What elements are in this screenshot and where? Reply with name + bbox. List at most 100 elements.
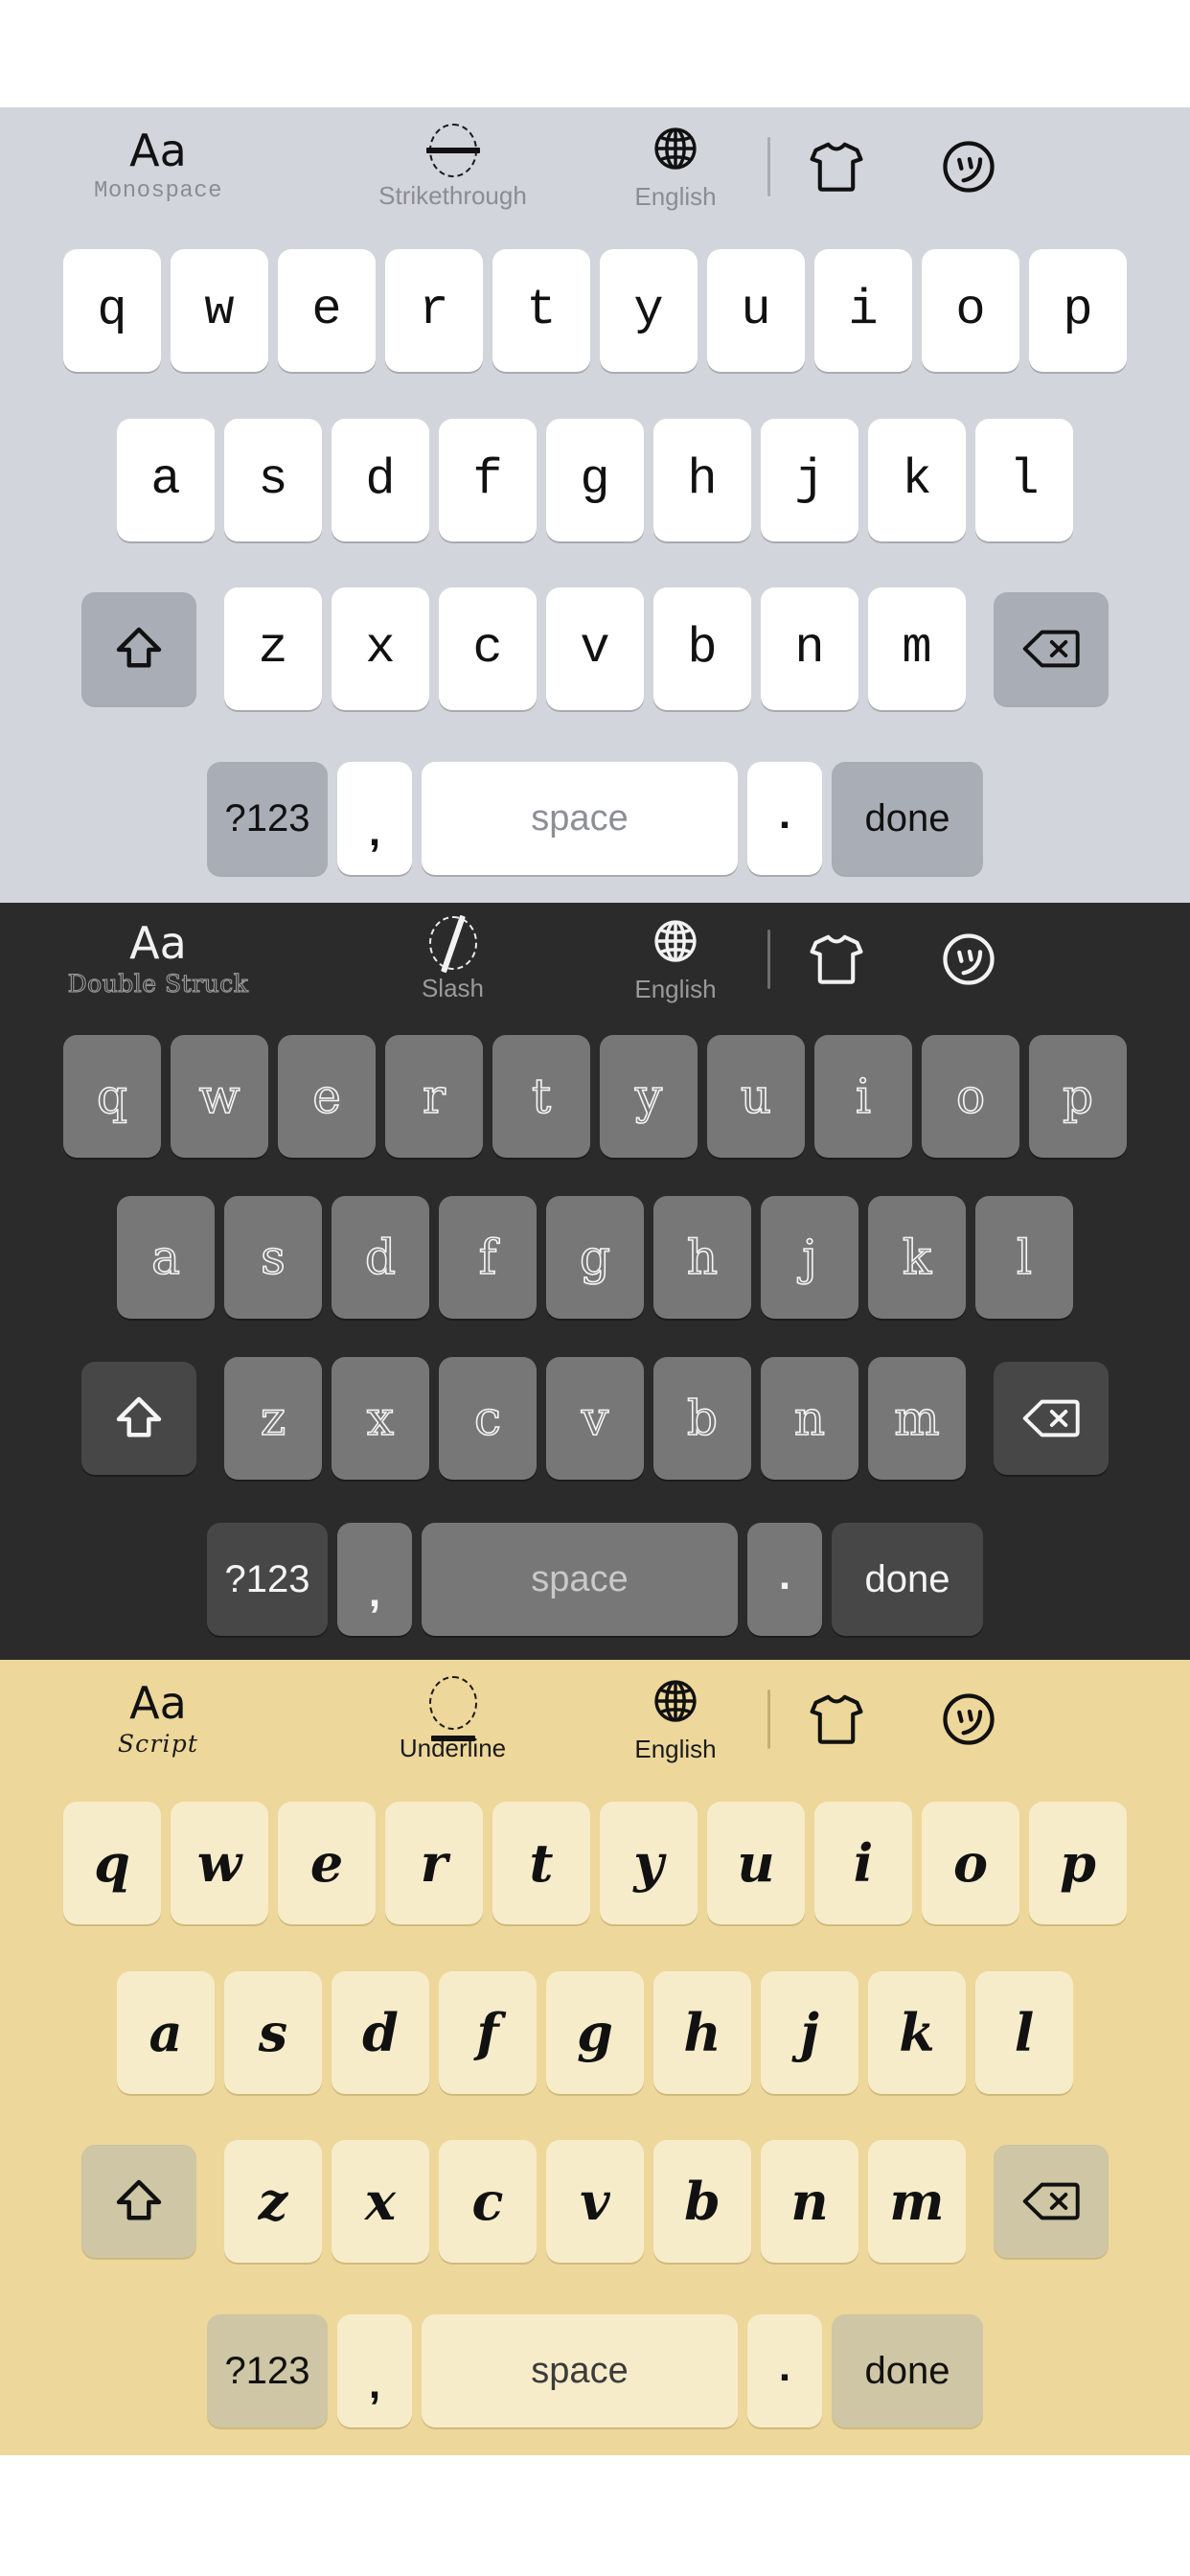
key-f[interactable]: f: [439, 1970, 537, 2094]
period-key[interactable]: .: [747, 1523, 822, 1636]
backspace-key[interactable]: [994, 592, 1109, 706]
font-selector-monospace[interactable]: Aa Monospace: [0, 127, 316, 206]
key-x[interactable]: x: [332, 2140, 429, 2264]
done-key[interactable]: done: [832, 2313, 983, 2427]
period-key[interactable]: .: [747, 761, 822, 875]
key-k[interactable]: k: [868, 1970, 966, 2094]
backspace-key[interactable]: [994, 1362, 1109, 1475]
key-o[interactable]: o: [922, 249, 1019, 373]
key-e[interactable]: e: [278, 249, 376, 373]
key-r[interactable]: r: [385, 249, 483, 373]
font-selector-script[interactable]: Aa Script: [0, 1680, 316, 1759]
space-key[interactable]: space: [422, 2313, 738, 2427]
key-q[interactable]: q: [63, 249, 161, 373]
key-o[interactable]: o: [922, 1035, 1019, 1158]
key-a[interactable]: a: [117, 1970, 215, 2094]
key-u[interactable]: u: [707, 249, 805, 373]
key-d[interactable]: d: [332, 1196, 429, 1319]
key-m[interactable]: m: [868, 587, 966, 711]
key-h[interactable]: h: [653, 1970, 751, 2094]
key-a[interactable]: a: [117, 418, 215, 541]
space-key[interactable]: space: [422, 1523, 738, 1636]
key-u[interactable]: u: [707, 1802, 805, 1925]
key-w[interactable]: w: [171, 249, 268, 373]
shift-key[interactable]: [81, 2145, 196, 2259]
numeric-mode-key[interactable]: ?123: [207, 761, 328, 875]
key-s[interactable]: s: [224, 1970, 322, 2094]
key-n[interactable]: n: [761, 1357, 858, 1480]
language-selector[interactable]: English: [589, 916, 762, 1003]
key-u[interactable]: u: [707, 1035, 805, 1158]
key-r[interactable]: r: [385, 1802, 483, 1925]
tshirt-icon[interactable]: [807, 1692, 866, 1746]
key-t[interactable]: t: [492, 249, 590, 373]
tshirt-icon[interactable]: [807, 140, 866, 194]
style-selector-slash[interactable]: Slash: [316, 914, 589, 1002]
numeric-mode-key[interactable]: ?123: [207, 1523, 328, 1636]
font-selector-double-struck[interactable]: Aa Double Struck: [0, 920, 316, 999]
shift-key[interactable]: [81, 1362, 196, 1475]
style-selector-underline[interactable]: Underline: [316, 1676, 589, 1762]
key-h[interactable]: h: [653, 1196, 751, 1319]
key-z[interactable]: z: [224, 1357, 322, 1480]
key-n[interactable]: n: [761, 587, 858, 711]
key-t[interactable]: t: [492, 1035, 590, 1158]
shrug-face-icon[interactable]: [941, 1691, 996, 1747]
key-s[interactable]: s: [224, 1196, 322, 1319]
key-j[interactable]: j: [761, 418, 858, 541]
key-y[interactable]: y: [600, 1802, 698, 1925]
space-key[interactable]: space: [422, 761, 738, 875]
key-c[interactable]: c: [439, 587, 537, 711]
key-l[interactable]: l: [975, 418, 1073, 541]
key-d[interactable]: d: [332, 418, 429, 541]
key-i[interactable]: i: [814, 1802, 912, 1925]
key-s[interactable]: s: [224, 418, 322, 541]
key-p[interactable]: p: [1029, 1035, 1127, 1158]
tshirt-icon[interactable]: [807, 932, 866, 986]
shrug-face-icon[interactable]: [941, 139, 996, 195]
key-x[interactable]: x: [332, 587, 429, 711]
key-y[interactable]: y: [600, 249, 698, 373]
key-e[interactable]: e: [278, 1035, 376, 1158]
key-z[interactable]: z: [224, 2140, 322, 2264]
key-y[interactable]: y: [600, 1035, 698, 1158]
key-m[interactable]: m: [868, 2140, 966, 2264]
done-key[interactable]: done: [832, 761, 983, 875]
key-d[interactable]: d: [332, 1970, 429, 2094]
comma-key[interactable]: ,: [337, 2313, 412, 2427]
key-t[interactable]: t: [492, 1802, 590, 1925]
key-j[interactable]: j: [761, 1196, 858, 1319]
language-selector[interactable]: English: [589, 124, 762, 211]
key-b[interactable]: b: [653, 587, 751, 711]
key-w[interactable]: w: [171, 1035, 268, 1158]
key-f[interactable]: f: [439, 1196, 537, 1319]
key-g[interactable]: g: [546, 1196, 644, 1319]
key-v[interactable]: v: [546, 1357, 644, 1480]
key-r[interactable]: r: [385, 1035, 483, 1158]
key-l[interactable]: l: [975, 1196, 1073, 1319]
key-a[interactable]: a: [117, 1196, 215, 1319]
period-key[interactable]: .: [747, 2313, 822, 2427]
key-g[interactable]: g: [546, 1970, 644, 2094]
numeric-mode-key[interactable]: ?123: [207, 2313, 328, 2427]
key-k[interactable]: k: [868, 418, 966, 541]
language-selector[interactable]: English: [589, 1676, 762, 1763]
key-m[interactable]: m: [868, 1357, 966, 1480]
backspace-key[interactable]: [994, 2145, 1109, 2259]
key-x[interactable]: x: [332, 1357, 429, 1480]
key-g[interactable]: g: [546, 418, 644, 541]
key-i[interactable]: i: [814, 1035, 912, 1158]
comma-key[interactable]: ,: [337, 1523, 412, 1636]
key-z[interactable]: z: [224, 587, 322, 711]
key-c[interactable]: c: [439, 2140, 537, 2264]
key-p[interactable]: p: [1029, 1802, 1127, 1925]
key-p[interactable]: p: [1029, 249, 1127, 373]
key-c[interactable]: c: [439, 1357, 537, 1480]
key-j[interactable]: j: [761, 1970, 858, 2094]
shrug-face-icon[interactable]: [941, 932, 996, 987]
key-f[interactable]: f: [439, 418, 537, 541]
key-v[interactable]: v: [546, 587, 644, 711]
comma-key[interactable]: ,: [337, 761, 412, 875]
key-k[interactable]: k: [868, 1196, 966, 1319]
key-w[interactable]: w: [171, 1802, 268, 1925]
